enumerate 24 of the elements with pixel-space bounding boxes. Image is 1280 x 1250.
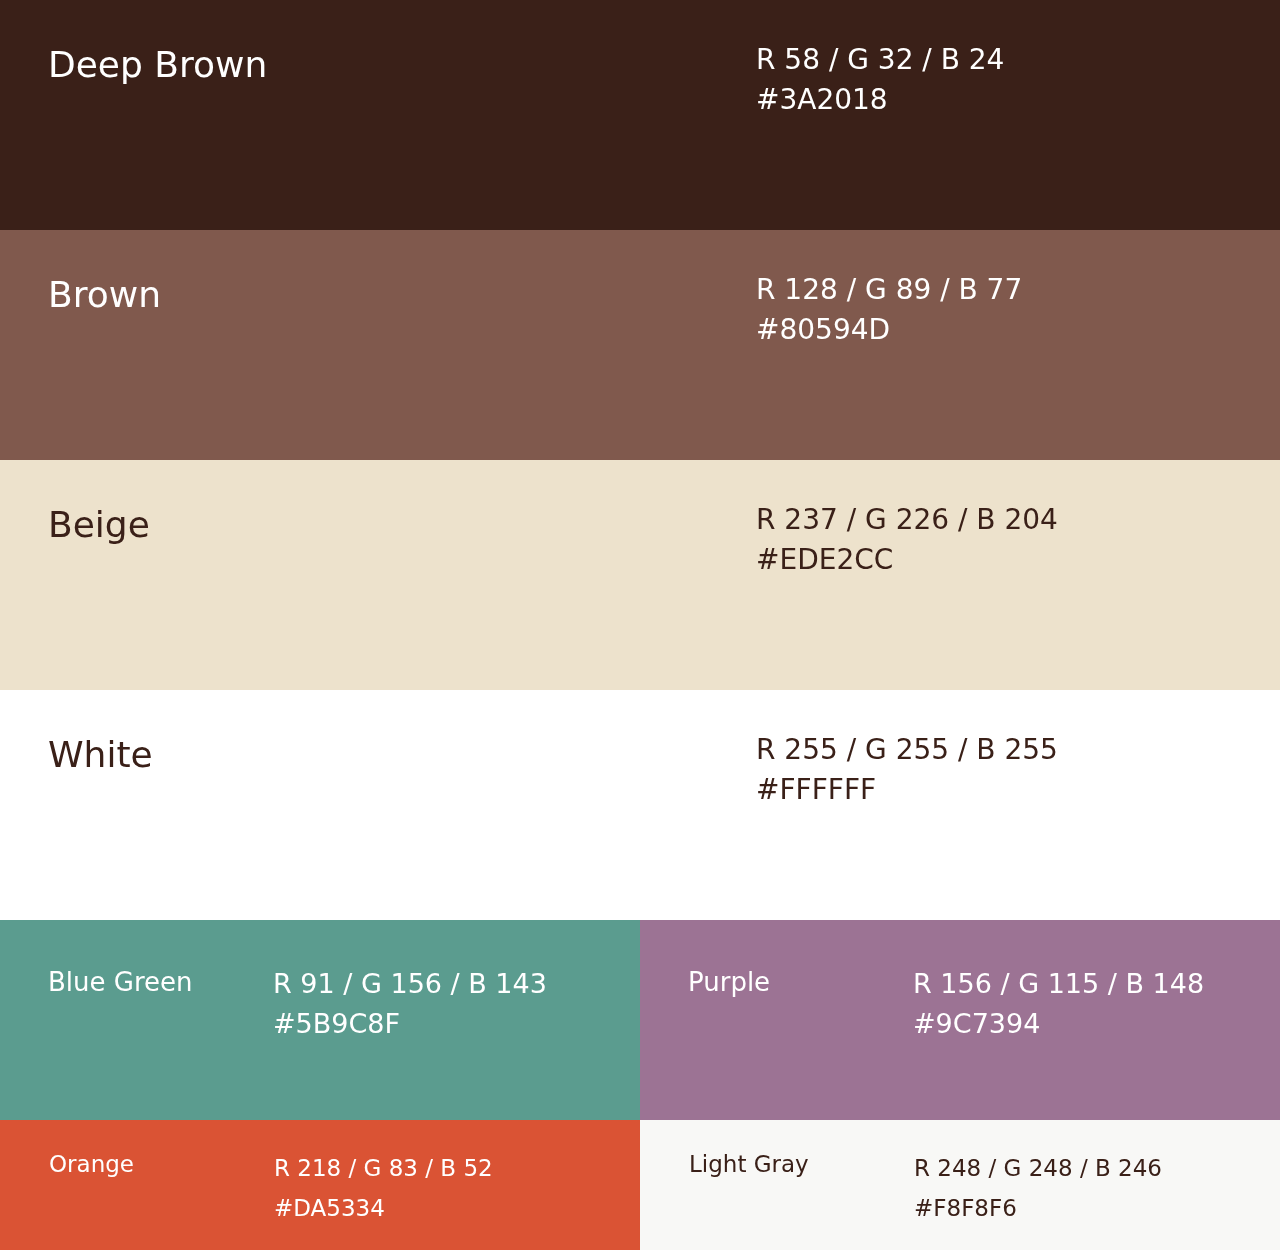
rgb-value: R 237 / G 226 / B 204	[756, 502, 1059, 538]
rgb-value: R 218 / G 83 / B 52	[274, 1154, 494, 1183]
color-name: Beige	[48, 503, 151, 547]
rgb-value: R 156 / G 115 / B 148	[913, 967, 1206, 1001]
hex-value: #F8F8F6	[914, 1194, 1018, 1223]
color-name: Orange	[49, 1150, 135, 1179]
color-name: Light Gray	[689, 1150, 810, 1179]
rgb-value: R 58 / G 32 / B 24	[756, 42, 1006, 78]
hex-value: #EDE2CC	[756, 542, 895, 578]
hex-value: #9C7394	[913, 1007, 1042, 1041]
color-name: Brown	[48, 273, 162, 317]
hex-value: #5B9C8F	[273, 1007, 402, 1041]
rgb-value: R 248 / G 248 / B 246	[914, 1154, 1163, 1183]
color-name: Blue Green	[48, 966, 194, 999]
hex-value: #FFFFFF	[756, 772, 878, 808]
hex-value: #80594D	[756, 312, 892, 348]
hex-value: #DA5334	[274, 1194, 386, 1223]
rgb-value: R 91 / G 156 / B 143	[273, 967, 548, 1001]
color-name: Purple	[688, 966, 772, 999]
rgb-value: R 255 / G 255 / B 255	[756, 732, 1059, 768]
hex-value: #3A2018	[756, 82, 889, 118]
rgb-value: R 128 / G 89 / B 77	[756, 272, 1024, 308]
color-name: Deep Brown	[48, 43, 269, 87]
color-name: White	[48, 733, 154, 777]
